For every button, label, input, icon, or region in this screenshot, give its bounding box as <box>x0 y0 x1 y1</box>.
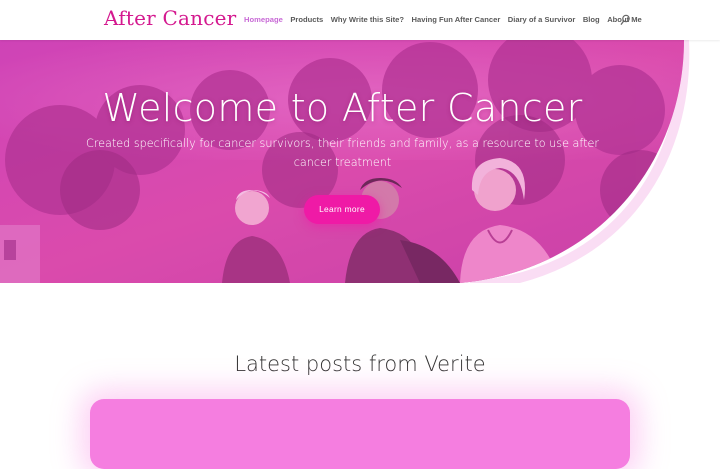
site-logo[interactable]: After Cancer <box>104 6 236 30</box>
hero-subtitle: Created specifically for cancer survivor… <box>85 137 599 169</box>
learn-more-button[interactable]: Learn more <box>304 195 380 224</box>
nav-item-having-fun[interactable]: Having Fun After Cancer <box>412 15 501 24</box>
nav-item-diary[interactable]: Diary of a Survivor <box>508 15 576 24</box>
nav-item-blog[interactable]: Blog <box>583 15 600 24</box>
search-icon[interactable] <box>620 14 630 26</box>
post-card[interactable] <box>90 399 630 469</box>
nav-item-products[interactable]: Products <box>290 15 323 24</box>
site-header: After Cancer Homepage Products Why Write… <box>0 0 720 40</box>
main-nav: Homepage Products Why Write this Site? H… <box>244 15 649 24</box>
latest-posts-title: Latest posts from Verite <box>234 352 486 376</box>
nav-item-why-write[interactable]: Why Write this Site? <box>331 15 404 24</box>
hero-section: Welcome to After Cancer Created specific… <box>0 40 720 283</box>
hero-title: Welcome to After Cancer <box>102 86 583 130</box>
nav-item-homepage[interactable]: Homepage <box>244 15 283 24</box>
